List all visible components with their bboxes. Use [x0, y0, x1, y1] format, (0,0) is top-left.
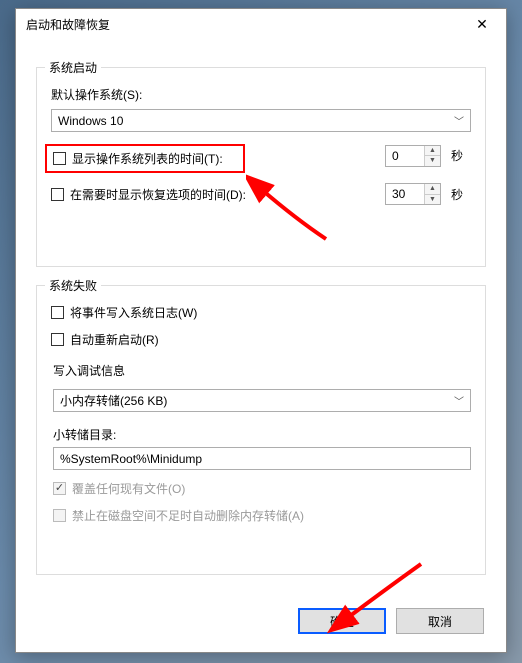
seconds-unit: 秒: [451, 147, 471, 164]
dump-dir-value: %SystemRoot%\Minidump: [60, 452, 202, 466]
show-os-list-seconds-spinner[interactable]: 0 ▲ ▼: [385, 145, 441, 167]
debug-info-label: 写入调试信息: [53, 362, 471, 379]
dump-dir-input[interactable]: %SystemRoot%\Minidump: [53, 447, 471, 470]
show-os-list-label: 显示操作系统列表的时间(T):: [72, 150, 223, 167]
show-recovery-seconds-spinner[interactable]: 30 ▲ ▼: [385, 183, 441, 205]
close-icon: ✕: [476, 16, 488, 33]
chevron-down-icon: ﹀: [454, 393, 464, 408]
close-button[interactable]: ✕: [466, 12, 498, 36]
overwrite-checkbox: [53, 482, 66, 495]
dialog-title: 启动和故障恢复: [26, 16, 466, 33]
default-os-value: Windows 10: [58, 114, 123, 128]
group-label-startup: 系统启动: [45, 59, 101, 76]
debug-type-select[interactable]: 小内存转储(256 KB) ﹀: [53, 389, 471, 412]
seconds-unit: 秒: [451, 186, 471, 203]
default-os-select[interactable]: Windows 10 ﹀: [51, 109, 471, 132]
show-os-list-seconds-value: 0: [386, 146, 424, 166]
chevron-down-icon: ﹀: [454, 113, 464, 128]
cancel-button-label: 取消: [428, 613, 452, 630]
overwrite-label: 覆盖任何现有文件(O): [72, 480, 185, 497]
spinner-up-icon[interactable]: ▲: [425, 184, 440, 195]
auto-restart-label: 自动重新启动(R): [70, 331, 159, 348]
default-os-label: 默认操作系统(S):: [51, 86, 471, 103]
no-auto-delete-label: 禁止在磁盘空间不足时自动删除内存转储(A): [72, 507, 304, 524]
group-system-startup: 系统启动 默认操作系统(S): Windows 10 ﹀ 显示操作系统列表的时间…: [36, 67, 486, 267]
spinner-down-icon[interactable]: ▼: [425, 156, 440, 166]
ok-button-label: 确定: [330, 613, 354, 630]
show-recovery-checkbox[interactable]: [51, 188, 64, 201]
debug-type-value: 小内存转储(256 KB): [60, 392, 167, 409]
startup-recovery-dialog: 启动和故障恢复 ✕ 系统启动 默认操作系统(S): Windows 10 ﹀ 显…: [15, 8, 507, 653]
button-bar: 确定 取消: [298, 608, 484, 634]
write-event-checkbox[interactable]: [51, 306, 64, 319]
group-system-failure: 系统失败 将事件写入系统日志(W) 自动重新启动(R) 写入调试信息 小内存转储…: [36, 285, 486, 575]
no-auto-delete-checkbox: [53, 509, 66, 522]
show-recovery-label: 在需要时显示恢复选项的时间(D):: [70, 186, 246, 203]
show-recovery-seconds-value: 30: [386, 184, 424, 204]
cancel-button[interactable]: 取消: [396, 608, 484, 634]
group-label-failure: 系统失败: [45, 277, 101, 294]
auto-restart-checkbox[interactable]: [51, 333, 64, 346]
titlebar: 启动和故障恢复 ✕: [16, 9, 506, 39]
dump-dir-label: 小转储目录:: [53, 428, 116, 442]
spinner-down-icon[interactable]: ▼: [425, 195, 440, 205]
ok-button[interactable]: 确定: [298, 608, 386, 634]
spinner-up-icon[interactable]: ▲: [425, 146, 440, 157]
show-os-list-checkbox[interactable]: [53, 152, 66, 165]
dialog-content: 系统启动 默认操作系统(S): Windows 10 ﹀ 显示操作系统列表的时间…: [16, 39, 506, 587]
write-event-label: 将事件写入系统日志(W): [70, 304, 197, 321]
highlight-show-os-list: 显示操作系统列表的时间(T):: [45, 144, 245, 173]
